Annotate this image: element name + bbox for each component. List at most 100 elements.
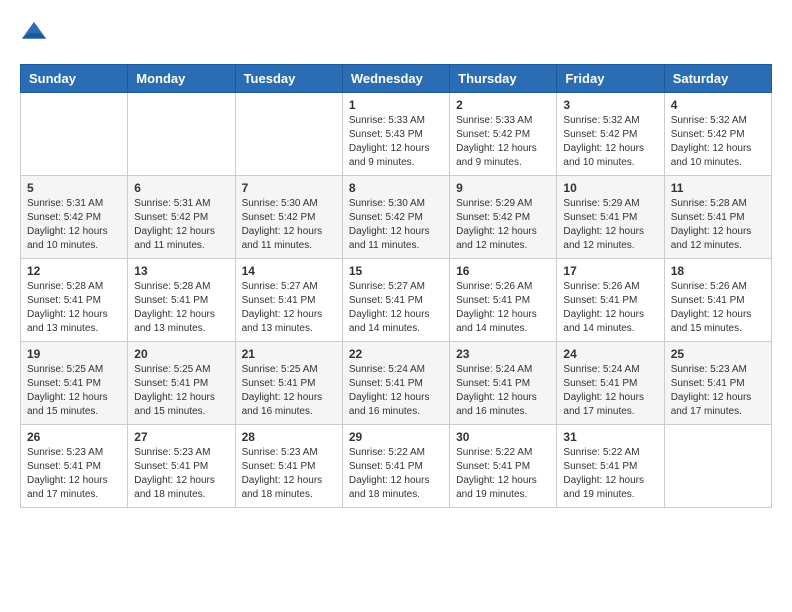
day-number: 28 (242, 430, 336, 444)
day-info: Sunrise: 5:31 AM Sunset: 5:42 PM Dayligh… (134, 197, 228, 253)
calendar-cell (235, 93, 342, 176)
calendar-cell: 26 Sunrise: 5:23 AM Sunset: 5:41 PM Dayl… (21, 425, 128, 508)
calendar-cell: 1 Sunrise: 5:33 AM Sunset: 5:43 PM Dayli… (342, 93, 449, 176)
calendar-cell: 11 Sunrise: 5:28 AM Sunset: 5:41 PM Dayl… (664, 176, 771, 259)
day-info: Sunrise: 5:24 AM Sunset: 5:41 PM Dayligh… (349, 363, 443, 419)
weekday-header-friday: Friday (557, 65, 664, 93)
day-number: 31 (563, 430, 657, 444)
calendar-week-row: 1 Sunrise: 5:33 AM Sunset: 5:43 PM Dayli… (21, 93, 772, 176)
calendar-cell (128, 93, 235, 176)
day-number: 30 (456, 430, 550, 444)
calendar-cell: 22 Sunrise: 5:24 AM Sunset: 5:41 PM Dayl… (342, 342, 449, 425)
day-info: Sunrise: 5:25 AM Sunset: 5:41 PM Dayligh… (27, 363, 121, 419)
day-number: 2 (456, 98, 550, 112)
day-number: 5 (27, 181, 121, 195)
day-info: Sunrise: 5:30 AM Sunset: 5:42 PM Dayligh… (242, 197, 336, 253)
day-info: Sunrise: 5:30 AM Sunset: 5:42 PM Dayligh… (349, 197, 443, 253)
page-header (20, 20, 772, 48)
calendar-cell: 13 Sunrise: 5:28 AM Sunset: 5:41 PM Dayl… (128, 259, 235, 342)
day-info: Sunrise: 5:22 AM Sunset: 5:41 PM Dayligh… (349, 446, 443, 502)
day-info: Sunrise: 5:25 AM Sunset: 5:41 PM Dayligh… (134, 363, 228, 419)
day-number: 3 (563, 98, 657, 112)
calendar-cell: 7 Sunrise: 5:30 AM Sunset: 5:42 PM Dayli… (235, 176, 342, 259)
calendar-cell: 29 Sunrise: 5:22 AM Sunset: 5:41 PM Dayl… (342, 425, 449, 508)
calendar-cell: 3 Sunrise: 5:32 AM Sunset: 5:42 PM Dayli… (557, 93, 664, 176)
weekday-header-thursday: Thursday (450, 65, 557, 93)
day-number: 26 (27, 430, 121, 444)
day-number: 11 (671, 181, 765, 195)
weekday-header-wednesday: Wednesday (342, 65, 449, 93)
day-info: Sunrise: 5:26 AM Sunset: 5:41 PM Dayligh… (671, 280, 765, 336)
day-info: Sunrise: 5:31 AM Sunset: 5:42 PM Dayligh… (27, 197, 121, 253)
calendar-cell: 27 Sunrise: 5:23 AM Sunset: 5:41 PM Dayl… (128, 425, 235, 508)
day-number: 14 (242, 264, 336, 278)
day-number: 6 (134, 181, 228, 195)
calendar-cell: 10 Sunrise: 5:29 AM Sunset: 5:41 PM Dayl… (557, 176, 664, 259)
day-number: 7 (242, 181, 336, 195)
day-number: 18 (671, 264, 765, 278)
day-number: 13 (134, 264, 228, 278)
weekday-header-tuesday: Tuesday (235, 65, 342, 93)
calendar-cell: 18 Sunrise: 5:26 AM Sunset: 5:41 PM Dayl… (664, 259, 771, 342)
day-info: Sunrise: 5:23 AM Sunset: 5:41 PM Dayligh… (671, 363, 765, 419)
calendar-week-row: 19 Sunrise: 5:25 AM Sunset: 5:41 PM Dayl… (21, 342, 772, 425)
calendar-table: SundayMondayTuesdayWednesdayThursdayFrid… (20, 64, 772, 508)
calendar-week-row: 26 Sunrise: 5:23 AM Sunset: 5:41 PM Dayl… (21, 425, 772, 508)
calendar-cell: 5 Sunrise: 5:31 AM Sunset: 5:42 PM Dayli… (21, 176, 128, 259)
calendar-cell (664, 425, 771, 508)
day-number: 19 (27, 347, 121, 361)
weekday-header-sunday: Sunday (21, 65, 128, 93)
day-number: 29 (349, 430, 443, 444)
day-number: 16 (456, 264, 550, 278)
day-info: Sunrise: 5:29 AM Sunset: 5:41 PM Dayligh… (563, 197, 657, 253)
calendar-cell: 28 Sunrise: 5:23 AM Sunset: 5:41 PM Dayl… (235, 425, 342, 508)
day-number: 24 (563, 347, 657, 361)
weekday-header-saturday: Saturday (664, 65, 771, 93)
day-info: Sunrise: 5:32 AM Sunset: 5:42 PM Dayligh… (671, 114, 765, 170)
logo-icon (20, 20, 48, 48)
calendar-cell: 2 Sunrise: 5:33 AM Sunset: 5:42 PM Dayli… (450, 93, 557, 176)
day-info: Sunrise: 5:28 AM Sunset: 5:41 PM Dayligh… (671, 197, 765, 253)
calendar-cell: 19 Sunrise: 5:25 AM Sunset: 5:41 PM Dayl… (21, 342, 128, 425)
calendar-cell: 30 Sunrise: 5:22 AM Sunset: 5:41 PM Dayl… (450, 425, 557, 508)
logo (20, 20, 52, 48)
calendar-cell: 12 Sunrise: 5:28 AM Sunset: 5:41 PM Dayl… (21, 259, 128, 342)
day-info: Sunrise: 5:23 AM Sunset: 5:41 PM Dayligh… (134, 446, 228, 502)
calendar-cell: 20 Sunrise: 5:25 AM Sunset: 5:41 PM Dayl… (128, 342, 235, 425)
day-info: Sunrise: 5:32 AM Sunset: 5:42 PM Dayligh… (563, 114, 657, 170)
calendar-cell: 14 Sunrise: 5:27 AM Sunset: 5:41 PM Dayl… (235, 259, 342, 342)
day-info: Sunrise: 5:23 AM Sunset: 5:41 PM Dayligh… (242, 446, 336, 502)
calendar-cell: 8 Sunrise: 5:30 AM Sunset: 5:42 PM Dayli… (342, 176, 449, 259)
day-number: 4 (671, 98, 765, 112)
calendar-cell: 23 Sunrise: 5:24 AM Sunset: 5:41 PM Dayl… (450, 342, 557, 425)
calendar-cell: 9 Sunrise: 5:29 AM Sunset: 5:42 PM Dayli… (450, 176, 557, 259)
day-info: Sunrise: 5:26 AM Sunset: 5:41 PM Dayligh… (456, 280, 550, 336)
day-info: Sunrise: 5:23 AM Sunset: 5:41 PM Dayligh… (27, 446, 121, 502)
day-number: 27 (134, 430, 228, 444)
day-number: 15 (349, 264, 443, 278)
day-info: Sunrise: 5:29 AM Sunset: 5:42 PM Dayligh… (456, 197, 550, 253)
weekday-header-row: SundayMondayTuesdayWednesdayThursdayFrid… (21, 65, 772, 93)
day-info: Sunrise: 5:27 AM Sunset: 5:41 PM Dayligh… (349, 280, 443, 336)
day-info: Sunrise: 5:33 AM Sunset: 5:42 PM Dayligh… (456, 114, 550, 170)
calendar-week-row: 12 Sunrise: 5:28 AM Sunset: 5:41 PM Dayl… (21, 259, 772, 342)
day-number: 25 (671, 347, 765, 361)
day-info: Sunrise: 5:28 AM Sunset: 5:41 PM Dayligh… (134, 280, 228, 336)
day-number: 17 (563, 264, 657, 278)
calendar-cell: 16 Sunrise: 5:26 AM Sunset: 5:41 PM Dayl… (450, 259, 557, 342)
day-number: 12 (27, 264, 121, 278)
day-info: Sunrise: 5:26 AM Sunset: 5:41 PM Dayligh… (563, 280, 657, 336)
calendar-cell: 4 Sunrise: 5:32 AM Sunset: 5:42 PM Dayli… (664, 93, 771, 176)
day-number: 8 (349, 181, 443, 195)
weekday-header-monday: Monday (128, 65, 235, 93)
day-info: Sunrise: 5:24 AM Sunset: 5:41 PM Dayligh… (456, 363, 550, 419)
day-number: 21 (242, 347, 336, 361)
day-number: 22 (349, 347, 443, 361)
calendar-cell: 17 Sunrise: 5:26 AM Sunset: 5:41 PM Dayl… (557, 259, 664, 342)
day-info: Sunrise: 5:33 AM Sunset: 5:43 PM Dayligh… (349, 114, 443, 170)
day-number: 20 (134, 347, 228, 361)
day-info: Sunrise: 5:22 AM Sunset: 5:41 PM Dayligh… (456, 446, 550, 502)
day-number: 23 (456, 347, 550, 361)
day-number: 9 (456, 181, 550, 195)
day-number: 10 (563, 181, 657, 195)
